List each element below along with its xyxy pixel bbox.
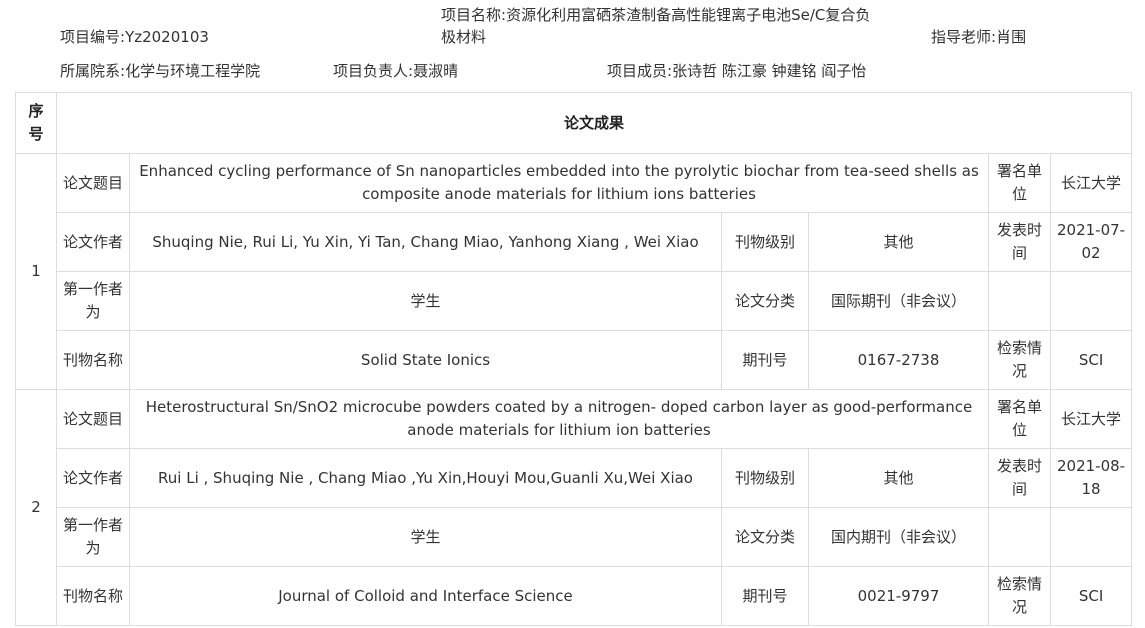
column-header-results: 论文成果 <box>55 92 1133 154</box>
paper-authors: Shuqing Nie, Rui Li, Yu Xin, Yi Tan, Cha… <box>129 212 722 272</box>
affiliation-value: 长江大学 <box>1049 389 1133 449</box>
paper-title: Enhanced cycling performance of Sn nanop… <box>129 153 989 213</box>
table-row: 第一作者为 学生 论文分类 国际期刊（非会议） <box>16 271 1133 331</box>
department-value: 化学与环境工程学院 <box>125 62 261 80</box>
table-row: 刊物名称 Journal of Colloid and Interface Sc… <box>16 566 1133 626</box>
project-name-value-line1: 资源化利用富硒茶渣制备高性能锂离子电池Se/C复合负 <box>506 6 871 24</box>
project-id-value: Yz2020103 <box>125 28 209 46</box>
advisor-value: 肖围 <box>996 28 1027 46</box>
paper-authors: Rui Li , Shuqing Nie , Chang Miao ,Yu Xi… <box>129 448 722 508</box>
table-row: 1 论文题目 Enhanced cycling performance of S… <box>15 153 1133 390</box>
paper-category-label: 论文分类 <box>721 507 809 567</box>
table-row: 论文作者 Shuqing Nie, Rui Li, Yu Xin, Yi Tan… <box>16 212 1133 272</box>
department-label: 所属院系: <box>60 62 126 80</box>
project-name-value-line2: 极材料 <box>441 28 487 46</box>
affiliation-label: 署名单位 <box>988 389 1051 449</box>
journal-level-label: 刊物级别 <box>721 448 809 508</box>
publish-date-label: 发表时间 <box>988 448 1051 508</box>
project-header: 项目编号:Yz2020103 项目名称:资源化利用富硒茶渣制备高性能锂离子电池S… <box>0 0 1145 92</box>
journal-level-value: 其他 <box>808 212 989 272</box>
journal-name-value: Journal of Colloid and Interface Science <box>129 566 722 626</box>
journal-level-value: 其他 <box>808 448 989 508</box>
journal-name-value: Solid State Ionics <box>129 330 722 390</box>
indexing-value: SCI <box>1049 330 1133 390</box>
advisor-field: 指导老师:肖围 <box>931 26 1026 48</box>
publish-date-label: 发表时间 <box>988 212 1051 272</box>
project-name-field: 项目名称:资源化利用富硒茶渣制备高性能锂离子电池Se/C复合负 极材料 <box>441 4 913 48</box>
first-author-label: 第一作者为 <box>56 507 130 567</box>
indexing-value: SCI <box>1049 566 1133 626</box>
publish-date-value: 2021-07-02 <box>1049 212 1133 272</box>
leader-field: 项目负责人:聂淑晴 <box>333 60 458 82</box>
issn-label: 期刊号 <box>721 566 809 626</box>
results-table: 序号 论文成果 1 论文题目 Enhanced cycling performa… <box>15 92 1133 626</box>
table-row: 第一作者为 学生 论文分类 国内期刊（非会议） <box>16 507 1133 567</box>
department-field: 所属院系:化学与环境工程学院 <box>60 60 260 82</box>
table-header-row: 序号 论文成果 <box>15 92 1133 154</box>
first-author-label: 第一作者为 <box>56 271 130 331</box>
row-index: 1 <box>15 153 57 390</box>
empty-cell <box>988 271 1051 331</box>
project-id-field: 项目编号:Yz2020103 <box>60 26 209 48</box>
empty-cell <box>1049 271 1133 331</box>
journal-name-label: 刊物名称 <box>56 330 130 390</box>
issn-value: 0021-9797 <box>808 566 989 626</box>
project-id-label: 项目编号: <box>60 28 126 46</box>
paper-category-label: 论文分类 <box>721 271 809 331</box>
paper-category-value: 国内期刊（非会议） <box>808 507 989 567</box>
members-value: 张诗哲 陈江豪 钟建铭 阎子怡 <box>672 62 867 80</box>
first-author-value: 学生 <box>129 507 722 567</box>
journal-name-label: 刊物名称 <box>56 566 130 626</box>
journal-level-label: 刊物级别 <box>721 212 809 272</box>
authors-label: 论文作者 <box>56 448 130 508</box>
empty-cell <box>1049 507 1133 567</box>
indexing-label: 检索情况 <box>988 566 1051 626</box>
title-label: 论文题目 <box>56 389 130 449</box>
first-author-value: 学生 <box>129 271 722 331</box>
affiliation-label: 署名单位 <box>988 153 1051 213</box>
project-name-label: 项目名称: <box>441 6 507 24</box>
issn-value: 0167-2738 <box>808 330 989 390</box>
empty-cell <box>988 507 1051 567</box>
table-row: 刊物名称 Solid State Ionics 期刊号 0167-2738 检索… <box>16 330 1133 390</box>
column-header-index: 序号 <box>15 92 57 154</box>
paper-category-value: 国际期刊（非会议） <box>808 271 989 331</box>
authors-label: 论文作者 <box>56 212 130 272</box>
affiliation-value: 长江大学 <box>1049 153 1133 213</box>
title-label: 论文题目 <box>56 153 130 213</box>
row-index: 2 <box>15 389 57 626</box>
leader-value: 聂淑晴 <box>413 62 459 80</box>
advisor-label: 指导老师: <box>931 28 997 46</box>
publish-date-value: 2021-08-18 <box>1049 448 1133 508</box>
leader-label: 项目负责人: <box>333 62 414 80</box>
issn-label: 期刊号 <box>721 330 809 390</box>
table-row: 论文作者 Rui Li , Shuqing Nie , Chang Miao ,… <box>16 448 1133 508</box>
indexing-label: 检索情况 <box>988 330 1051 390</box>
members-label: 项目成员: <box>607 62 673 80</box>
table-row: 2 论文题目 Heterostructural Sn/SnO2 microcub… <box>15 389 1133 626</box>
paper-title: Heterostructural Sn/SnO2 microcube powde… <box>129 389 989 449</box>
members-field: 项目成员:张诗哲 陈江豪 钟建铭 阎子怡 <box>607 60 866 82</box>
